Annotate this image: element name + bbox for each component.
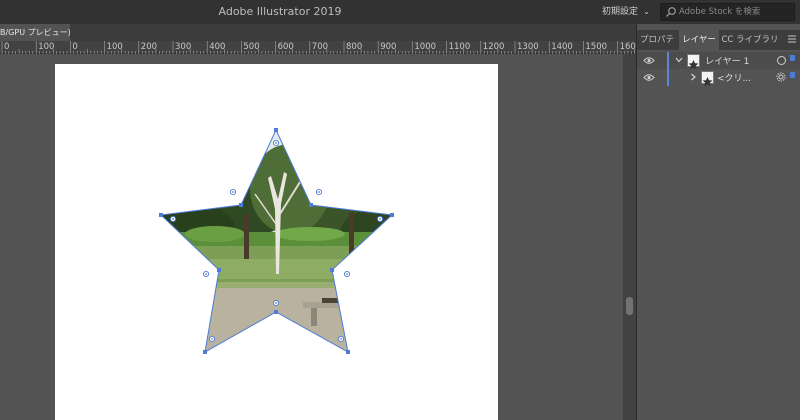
right-panel: プロパティ レイヤー CC ライブラリ レイヤー 1: [636, 24, 800, 420]
layer-thumbnail: [687, 54, 700, 70]
park-photo: [161, 130, 392, 352]
ruler-label: 1200: [482, 42, 505, 52]
horizontal-ruler[interactable]: 0 100 0 100 200 300 400 500 600 700 800 900 1000 1100…: [0, 41, 641, 54]
layer-name[interactable]: <クリ...: [717, 71, 751, 84]
anchor-point[interactable]: [390, 213, 394, 217]
app-title: Adobe Illustrator 2019: [218, 5, 342, 18]
ruler-label: 800: [346, 42, 363, 52]
clipping-group[interactable]: [55, 64, 498, 420]
live-corner-widget-dot: [172, 218, 174, 220]
tab-layers[interactable]: レイヤー: [679, 30, 719, 50]
workspace-label: 初期設定: [602, 7, 639, 17]
anchor-point[interactable]: [274, 128, 278, 132]
live-corner-widget-dot: [205, 273, 207, 275]
anchor-point[interactable]: [239, 203, 243, 207]
live-corner-widget-dot: [318, 191, 320, 193]
target-icon[interactable]: [776, 72, 786, 82]
layer-color-bar: [667, 69, 669, 86]
tab-properties[interactable]: プロパティ: [637, 30, 677, 65]
anchor-point[interactable]: [309, 203, 313, 207]
anchor-point[interactable]: [203, 350, 207, 354]
scrollbar-thumb[interactable]: [626, 297, 633, 315]
ruler-label: 1100: [448, 42, 471, 52]
live-corner-widget-dot: [275, 142, 277, 144]
tab-strip: [70, 24, 636, 41]
workspace-switcher[interactable]: 初期設定 ⌄: [602, 3, 652, 21]
document-tab[interactable]: B/GPU プレビュー): [0, 24, 70, 41]
layer-color-bar: [667, 52, 669, 69]
search-icon: [666, 7, 676, 17]
eye-icon[interactable]: [643, 56, 655, 65]
ruler-label: 1300: [517, 42, 539, 52]
anchor-point[interactable]: [159, 213, 163, 217]
ruler-label: 600: [277, 42, 294, 52]
live-corner-widget-dot: [275, 302, 277, 304]
live-corner-widget-dot: [340, 338, 342, 340]
ruler-label: 100: [106, 42, 123, 52]
ruler-label: 1000: [414, 42, 437, 52]
live-corner-widget-dot: [379, 218, 381, 220]
anchor-point[interactable]: [346, 350, 350, 354]
ruler-label: 0: [72, 42, 78, 52]
anchor-point[interactable]: [274, 310, 278, 314]
ruler-label: 500: [243, 42, 260, 52]
ruler-label: 700: [311, 42, 329, 52]
artboard[interactable]: [55, 64, 498, 420]
ruler-label: 1400: [551, 42, 573, 52]
live-corner-widget-dot: [211, 338, 213, 340]
selection-indicator[interactable]: [790, 72, 795, 78]
tab-cc-libraries[interactable]: CC ライブラリ: [721, 30, 779, 50]
ruler-label: 1500: [585, 42, 608, 52]
chevron-down-icon: ⌄: [643, 7, 650, 16]
title-bar: Adobe Illustrator 2019 初期設定 ⌄: [0, 0, 800, 24]
ruler-label: 0: [4, 42, 10, 52]
live-corner-widget-dot: [232, 191, 234, 193]
layer-name[interactable]: レイヤー 1: [705, 54, 749, 67]
live-corner-widget-dot: [346, 273, 348, 275]
chevron-right-icon[interactable]: [689, 73, 697, 81]
ruler-label: 100: [38, 42, 55, 52]
target-icon[interactable]: [777, 56, 786, 65]
selection-indicator[interactable]: [790, 55, 795, 61]
layer-thumbnail: [701, 71, 714, 87]
panel-tabs: プロパティ レイヤー CC ライブラリ: [637, 30, 800, 65]
sublayer-row[interactable]: <クリ...: [637, 69, 800, 87]
adobe-stock-search[interactable]: [660, 3, 795, 21]
ruler-label: 900: [380, 42, 397, 52]
anchor-point[interactable]: [330, 268, 334, 272]
search-input[interactable]: [679, 5, 791, 19]
ruler-label: 200: [140, 42, 158, 52]
anchor-point[interactable]: [217, 268, 221, 272]
document-tab-label: B/GPU プレビュー): [0, 28, 70, 37]
canvas-area[interactable]: [0, 54, 623, 420]
chevron-down-icon[interactable]: [675, 56, 683, 64]
panel-menu-icon[interactable]: [787, 34, 797, 44]
ruler-label: 300: [175, 42, 192, 52]
layer-row[interactable]: レイヤー 1: [637, 52, 800, 70]
eye-icon[interactable]: [643, 73, 655, 82]
vertical-scrollbar[interactable]: [623, 54, 636, 420]
ruler-label: 400: [209, 42, 226, 52]
